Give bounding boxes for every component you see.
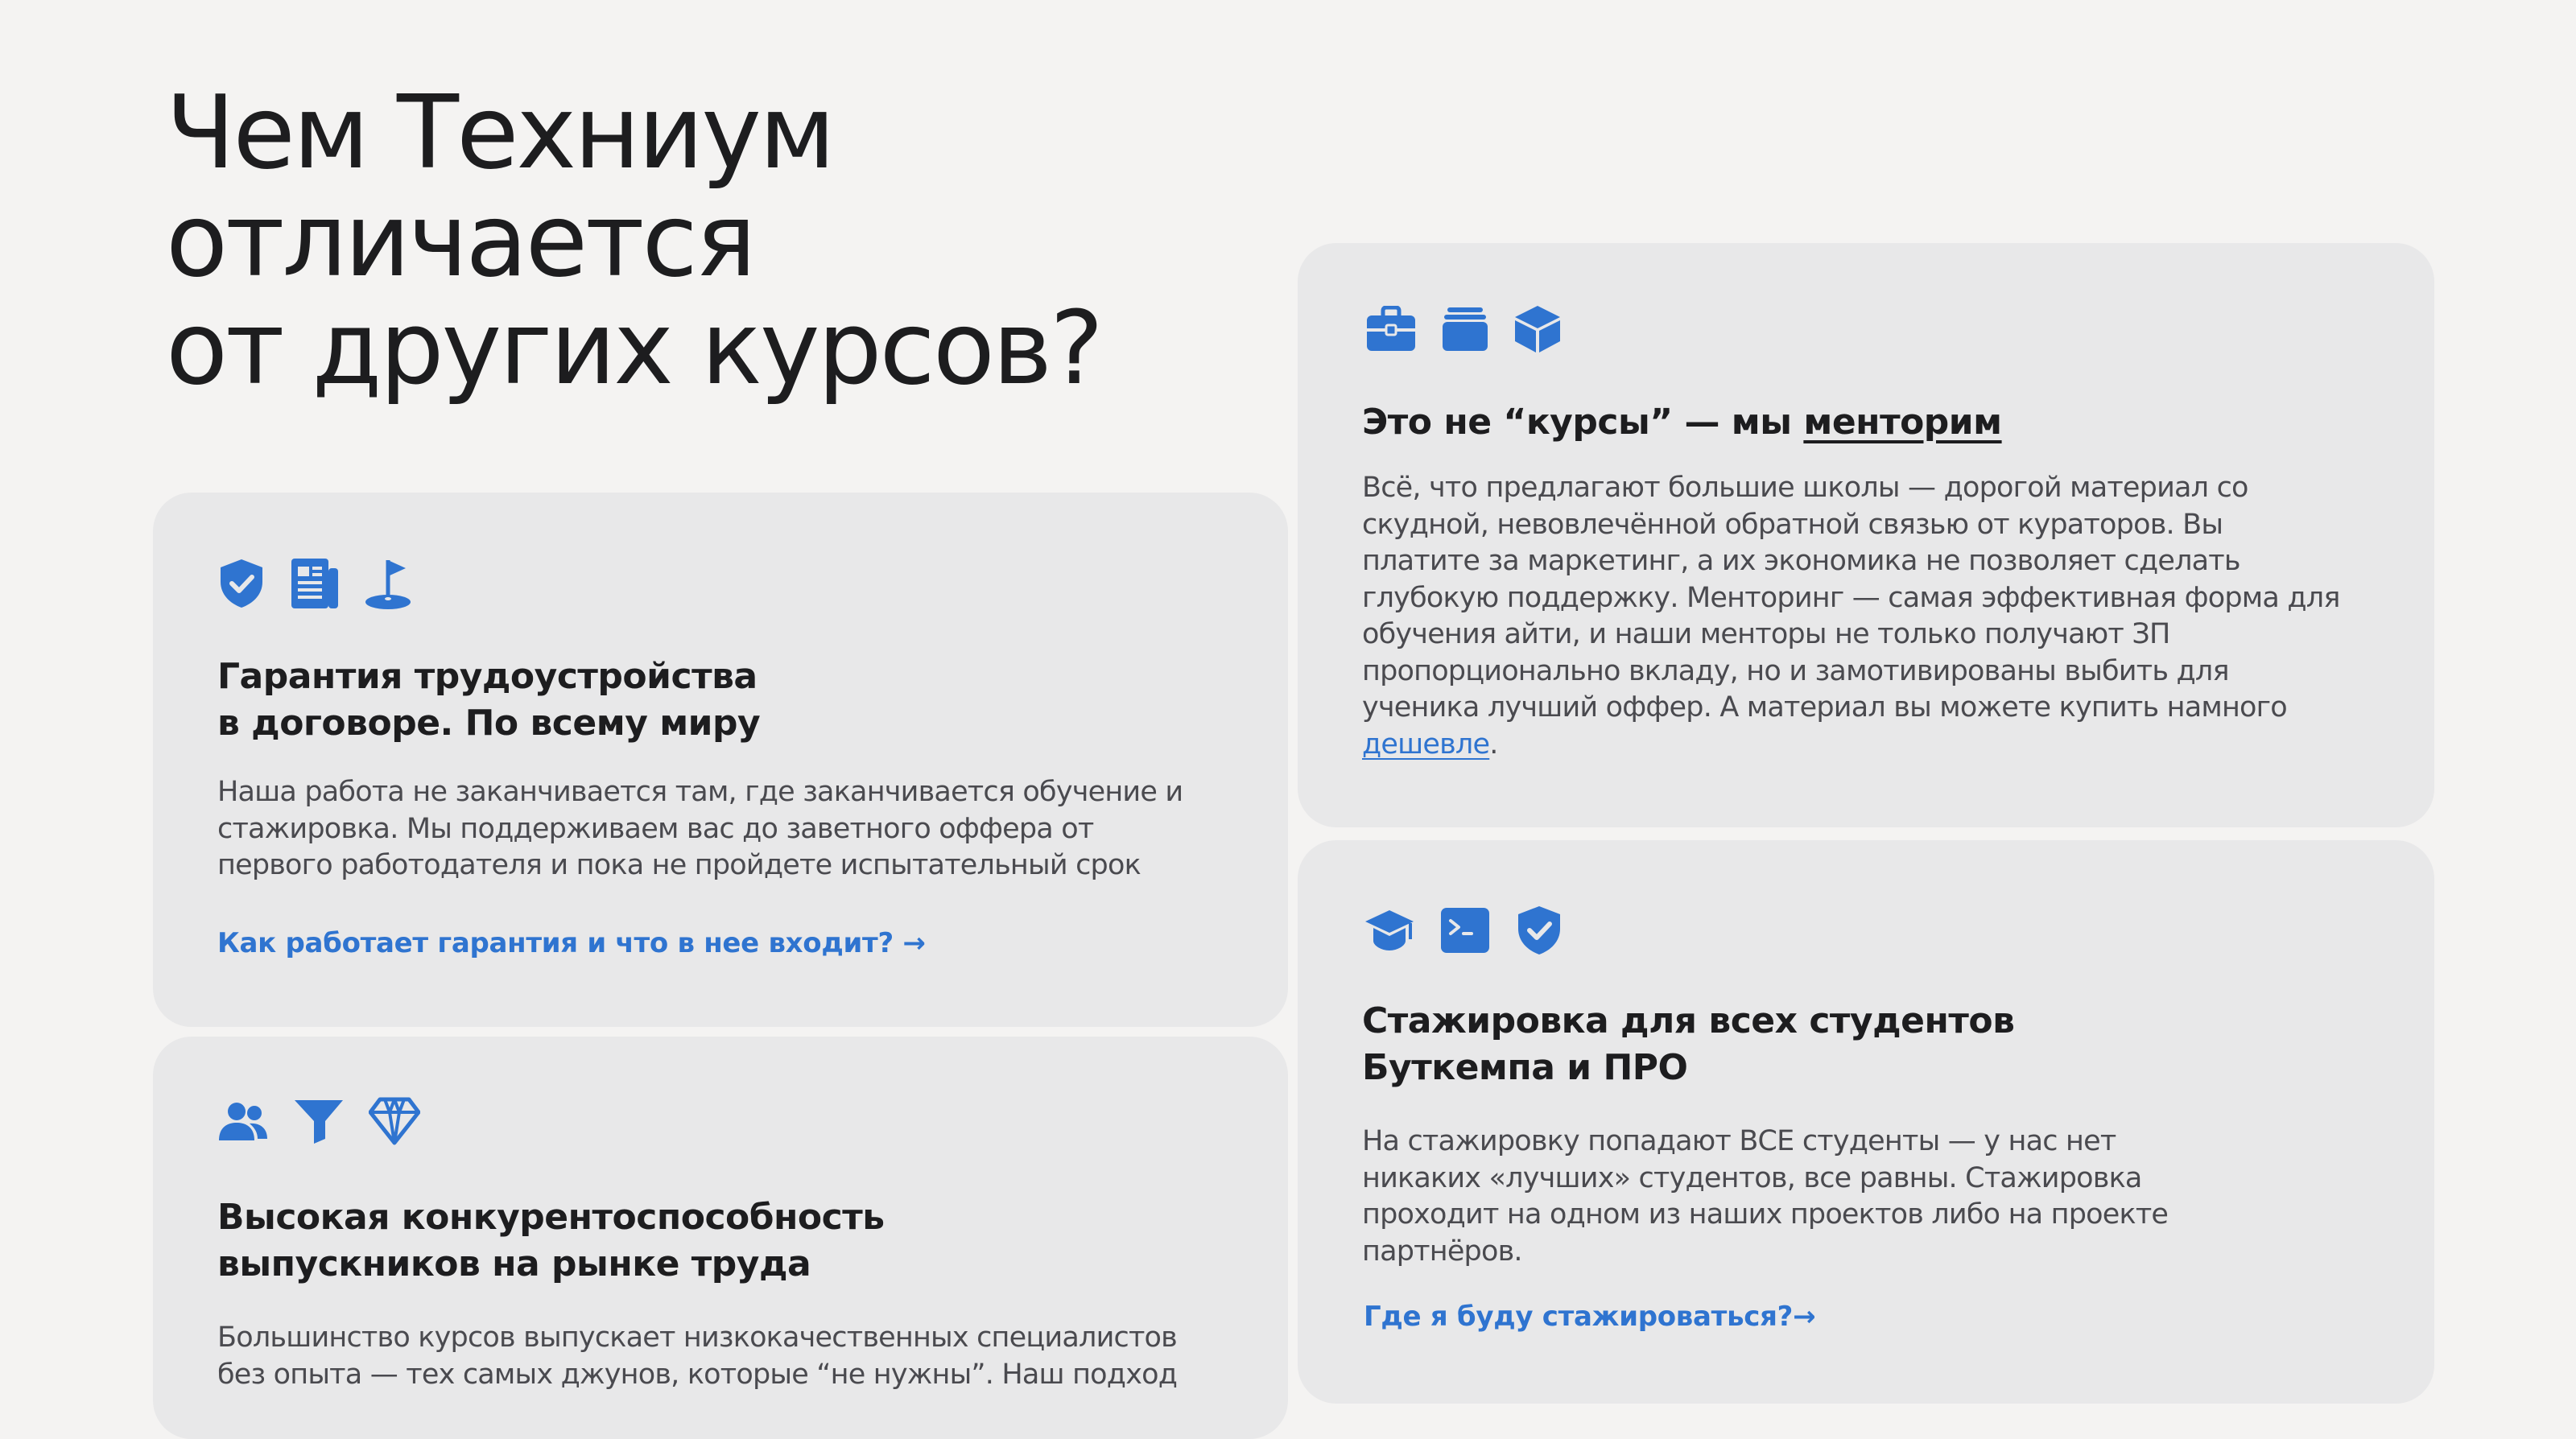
newspaper-icon bbox=[290, 557, 340, 610]
cube-icon bbox=[1513, 304, 1562, 354]
users-icon bbox=[217, 1099, 269, 1144]
card-description-line: Всё, что предлагают большие школы — доро… bbox=[1362, 472, 2248, 504]
card-description-line: На стажировку попадают ВСЕ студенты — у … bbox=[1362, 1125, 2116, 1157]
card-icons bbox=[217, 557, 414, 610]
card-description-line: без опыта — тех самых джунов, которые “н… bbox=[217, 1358, 1178, 1391]
internship-details-link[interactable]: Где я буду стажироваться?→ bbox=[1364, 1299, 1816, 1334]
terminal-icon bbox=[1439, 906, 1491, 955]
folder-icon bbox=[1441, 306, 1489, 353]
card-title: Это не “курсы” — мы менторим bbox=[1362, 399, 2002, 446]
card-title-line: в договоре. По всему миру bbox=[217, 703, 761, 744]
page-title: Чем Техниум отличается от других курсов? bbox=[166, 73, 1104, 407]
card-description-line: пропорционально вкладу, но и замотивиров… bbox=[1362, 654, 2230, 687]
mentoring-title-link[interactable]: менторим bbox=[1803, 402, 2002, 443]
card-description: Наша работа не заканчивается там, где за… bbox=[217, 774, 1183, 884]
page-title-line: отличается bbox=[166, 181, 757, 299]
card-description-line: платите за маркетинг, а их экономика не … bbox=[1362, 545, 2241, 577]
golf-flag-icon bbox=[364, 557, 414, 610]
card-title-line: Буткемпа и ПРО bbox=[1362, 1047, 1688, 1088]
card-description-line: Большинство курсов выпускает низкокачест… bbox=[217, 1321, 1178, 1354]
card-description-line: первого работодателя и пока не пройдете … bbox=[217, 849, 1141, 881]
card-description: Всё, что предлагают большие школы — доро… bbox=[1362, 470, 2340, 763]
card-title-line: Высокая конкурентоспособность bbox=[217, 1197, 885, 1238]
card-description-line: стажировка. Мы поддерживаем вас до завет… bbox=[217, 812, 1094, 845]
shield-check-icon bbox=[1515, 905, 1563, 956]
card-title-line: выпускников на рынке труда bbox=[217, 1243, 811, 1284]
diamond-icon bbox=[369, 1096, 420, 1146]
card-description-line: скудной, невовлечённой обратной связью о… bbox=[1362, 508, 2223, 541]
card-description-line: Наша работа не заканчивается там, где за… bbox=[217, 776, 1183, 808]
card-internship: Стажировка для всех студентов Буткемпа и… bbox=[1298, 840, 2434, 1404]
card-description-line: ученика лучший оффер. А материал вы може… bbox=[1362, 691, 2288, 724]
card-title: Высокая конкурентоспособность выпускнико… bbox=[217, 1194, 885, 1288]
card-mentoring: Это не “курсы” — мы менторим Всё, что пр… bbox=[1298, 243, 2434, 827]
card-icons bbox=[1364, 905, 1563, 956]
card-description-line: проходит на одном из наших проектов либо… bbox=[1362, 1198, 2169, 1231]
shield-check-icon bbox=[217, 558, 266, 609]
page-title-line: Чем Техниум bbox=[166, 73, 836, 192]
card-title: Гарантия трудоустройства в договоре. По … bbox=[217, 654, 761, 747]
card-competitiveness: Высокая конкурентоспособность выпускнико… bbox=[153, 1037, 1288, 1439]
card-title-line: Стажировка для всех студентов bbox=[1362, 1000, 2015, 1041]
card-description: Большинство курсов выпускает низкокачест… bbox=[217, 1320, 1178, 1393]
card-description-period: . bbox=[1489, 728, 1498, 761]
card-guarantee: Гарантия трудоустройства в договоре. По … bbox=[153, 493, 1288, 1027]
card-icons bbox=[1365, 304, 1562, 354]
page-title-line: от других курсов? bbox=[166, 289, 1104, 407]
briefcase-icon bbox=[1365, 306, 1417, 353]
card-title-prefix: Это не “курсы” — мы bbox=[1362, 402, 1804, 443]
card-description-line: глубокую поддержку. Менторинг — самая эф… bbox=[1362, 581, 2340, 614]
card-description: На стажировку попадают ВСЕ студенты — у … bbox=[1362, 1124, 2169, 1270]
card-description-line: обучения айти, и наши менторы не только … bbox=[1362, 618, 2170, 650]
card-description-line: никаких «лучших» студентов, все равны. С… bbox=[1362, 1161, 2142, 1194]
funnel-icon bbox=[293, 1097, 345, 1145]
card-description-line: дешевле. bbox=[1362, 727, 2340, 764]
graduation-cap-icon bbox=[1364, 907, 1415, 954]
guarantee-details-link[interactable]: Как работает гарантия и что в нее входит… bbox=[217, 926, 926, 961]
cheaper-material-link[interactable]: дешевле bbox=[1362, 728, 1490, 761]
card-title-line: Гарантия трудоустройства bbox=[217, 656, 758, 697]
card-title: Стажировка для всех студентов Буткемпа и… bbox=[1362, 998, 2015, 1091]
card-description-line: партнёров. bbox=[1362, 1235, 1523, 1268]
card-icons bbox=[217, 1096, 420, 1146]
